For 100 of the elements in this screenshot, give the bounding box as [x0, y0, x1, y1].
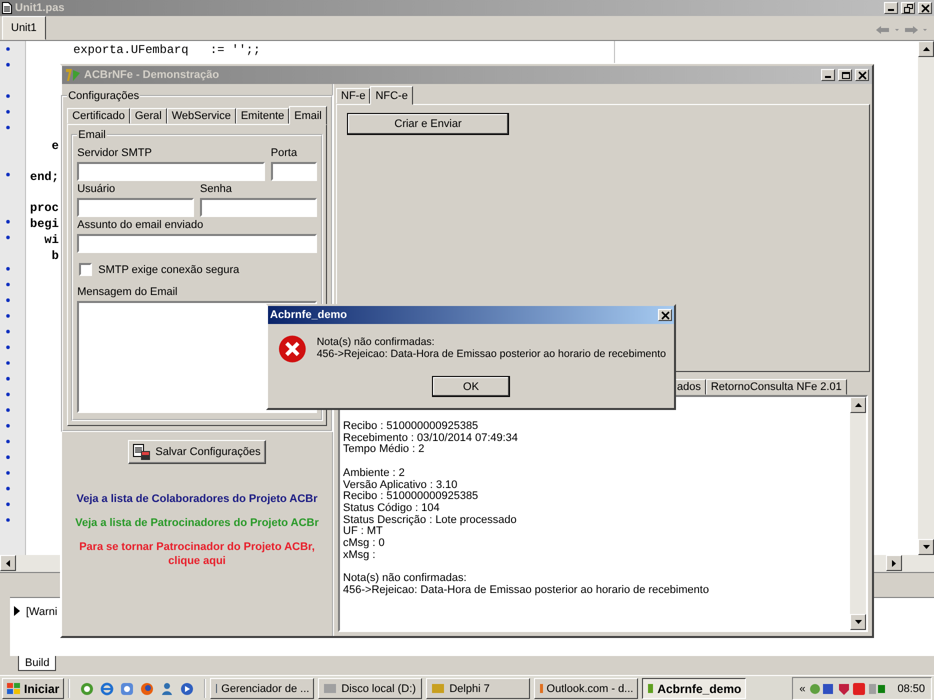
scroll-down-button[interactable]: [850, 614, 866, 630]
play-circle-icon[interactable]: [180, 682, 194, 696]
field-label: Porta: [270, 147, 298, 159]
taskbar-button[interactable]: Delphi 7: [426, 678, 530, 699]
restore-button[interactable]: [901, 2, 915, 14]
log-line: xMsg :: [343, 550, 376, 562]
error-message: Nota(s) não confirmadas: 456->Rejeicao: Data-Hora de Emissao posterior ao horario de recebimento: [316, 335, 666, 362]
tray-expand-button[interactable]: «: [799, 682, 806, 694]
log-line: Recibo : 510000000925385: [343, 491, 480, 502]
code-line: proc: [30, 201, 59, 218]
input-field[interactable]: [77, 198, 194, 217]
close-button[interactable]: [658, 309, 672, 321]
browser-e-icon[interactable]: [100, 682, 114, 696]
up-arrow-icon: [854, 403, 862, 407]
clock-text: 08:50: [897, 682, 925, 694]
code-line: e: [50, 138, 59, 154]
browser-page-icon[interactable]: [120, 682, 134, 696]
ok-button[interactable]: OK: [432, 376, 510, 397]
torrent-app-icon[interactable]: [80, 682, 94, 696]
log-line: Tempo Médio : 2: [343, 444, 426, 456]
result-tab[interactable]: RetornoConsulta NFe 2.01: [706, 379, 847, 395]
taskbar-button[interactable]: Disco local (D:): [318, 678, 422, 699]
field-label: Senha: [200, 183, 233, 195]
code-line: wi: [43, 232, 59, 248]
scroll-right-button[interactable]: [886, 555, 902, 571]
save-document-icon: [133, 444, 152, 460]
log-line: 456->Rejeicao: Data-Hora de Emissao posterior ao horario de recebimento: [343, 584, 710, 597]
close-button[interactable]: [918, 2, 932, 14]
save-settings-button[interactable]: Salvar Configurações: [128, 440, 266, 464]
code-line: exporta.UFembarq := '';;: [72, 43, 260, 59]
settings-tab[interactable]: Geral: [130, 108, 167, 124]
field-label: Mensagem do Email: [77, 286, 179, 298]
down-arrow-icon: [854, 620, 862, 624]
log-line: Recebimento : 03/10/2014 07:49:34: [343, 432, 519, 444]
close-button[interactable]: [855, 69, 869, 81]
log-text-area[interactable]: [338, 395, 868, 632]
scroll-left-button[interactable]: [0, 555, 16, 571]
left-arrow-icon: [6, 560, 10, 566]
log-line: Nota(s) não confirmadas:: [343, 573, 468, 585]
file-icon: [2, 2, 12, 14]
maximize-button[interactable]: [838, 69, 852, 81]
scroll-up-button[interactable]: [850, 397, 866, 413]
maximize-icon: [840, 70, 850, 80]
input-field[interactable]: [77, 162, 265, 181]
minimize-icon: [825, 76, 831, 78]
code-line: begi: [30, 217, 59, 233]
minimize-button[interactable]: [884, 2, 898, 14]
project-link[interactable]: Veja a lista de Colaboradores do Projeto ACBr: [76, 492, 318, 506]
settings-tab[interactable]: Emitente: [236, 108, 290, 124]
taskbar-button[interactable]: Gerenciador de ...: [210, 678, 314, 699]
field-label: Usuário: [77, 183, 116, 195]
close-icon: [660, 310, 670, 320]
window-title: Unit1.pas: [15, 2, 66, 14]
settings-tab[interactable]: Certificado: [67, 108, 130, 124]
editor-tab[interactable]: Unit1: [2, 16, 46, 40]
fox-browser-icon[interactable]: [140, 682, 154, 696]
close-icon: [920, 4, 930, 12]
log-line: Status Código : 104: [343, 502, 441, 515]
log-line: cMsg : 0: [343, 538, 386, 550]
document-tab[interactable]: NFC-e: [370, 86, 413, 105]
four-squares-icon: [7, 682, 21, 694]
log-line: Ambiente : 2: [343, 468, 406, 480]
input-field[interactable]: [270, 162, 317, 181]
send-button[interactable]: Criar e Enviar: [347, 113, 509, 135]
start-button[interactable]: Iniciar: [2, 678, 64, 699]
taskbar-button[interactable]: Outlook.com - d...: [534, 678, 638, 699]
input-field[interactable]: [200, 198, 317, 217]
close-icon: [858, 70, 866, 80]
group-title: Configurações: [67, 90, 140, 102]
field-label: Servidor SMTP: [77, 147, 153, 159]
minimize-button[interactable]: [821, 69, 835, 81]
app-logo-icon: [65, 68, 81, 82]
restore-icon: [904, 4, 912, 12]
checkbox[interactable]: [79, 263, 92, 276]
scroll-down-button[interactable]: [918, 539, 934, 555]
media-person-icon[interactable]: [160, 682, 174, 696]
log-line: Status Descrição : Lote processado: [343, 514, 518, 526]
group-title: Email: [77, 129, 107, 141]
log-line: Recibo : 510000000925385: [343, 421, 480, 433]
field-label: Assunto do email enviado: [77, 219, 204, 231]
log-line: UF : MT: [343, 526, 383, 538]
right-arrow-icon: [892, 560, 896, 566]
build-tab[interactable]: Build: [18, 656, 56, 671]
code-line: b: [50, 248, 59, 264]
message-text: [Warni: [26, 606, 58, 618]
scroll-up-button[interactable]: [918, 41, 934, 57]
settings-tab[interactable]: Email: [289, 106, 327, 125]
up-arrow-icon: [922, 47, 930, 51]
log-line: Versão Aplicativo : 3.10: [343, 480, 458, 490]
dialog-title: Acbrnfe_demo: [270, 309, 348, 321]
error-icon: [278, 334, 307, 364]
taskbar-button[interactable]: Acbrnfe_demo: [642, 678, 746, 699]
settings-tab[interactable]: WebService: [166, 108, 236, 124]
minimize-icon: [888, 9, 894, 11]
code-line: end;: [30, 170, 59, 186]
document-tab[interactable]: NF-e: [336, 88, 370, 104]
window-title: ACBrNFe - Demonstração: [84, 69, 220, 81]
input-field[interactable]: [77, 234, 317, 253]
down-arrow-icon: [922, 545, 930, 549]
pointer-arrow-icon: [14, 606, 20, 616]
